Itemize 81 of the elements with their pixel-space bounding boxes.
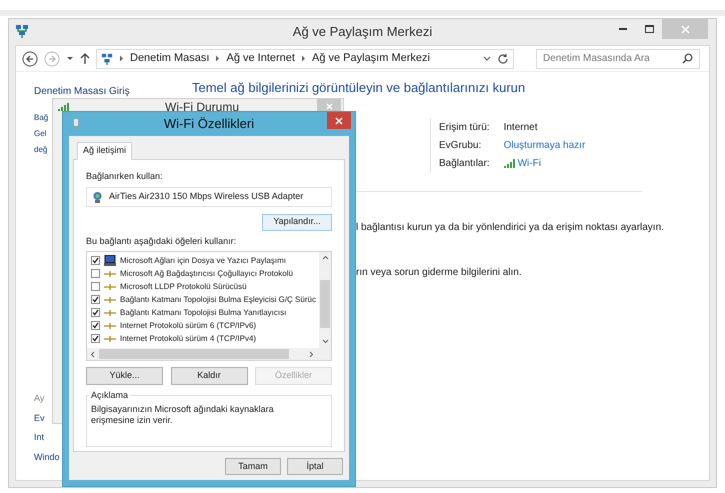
network-icon [101, 52, 113, 64]
breadcrumb[interactable]: Denetim Masası [130, 50, 210, 67]
field-label: Bu bağlantı aşağıdaki öğeleri kullanır: [86, 234, 238, 248]
list-item-label[interactable]: Bağlantı Katmanı Topolojisi Bulma Yanıtlayıcısı [120, 306, 286, 318]
close-icon [680, 24, 690, 34]
checkbox[interactable] [91, 308, 100, 317]
scrollbar-thumb[interactable] [99, 349, 289, 359]
scrollbar-thumb[interactable] [320, 280, 330, 328]
address-field[interactable]: Denetim Masası Ağ ve Internet Ağ ve Paylaşım Merkezi [96, 48, 514, 68]
list-item-label[interactable]: Microsoft LLDP Protokolü Sürücüsü [120, 280, 247, 292]
configure-button[interactable]: Yapılandır... [262, 214, 332, 230]
horizontal-scrollbar[interactable] [87, 348, 331, 360]
sidebar-link[interactable]: Int [34, 431, 44, 444]
dropdown-icon[interactable] [66, 56, 74, 62]
close-button[interactable] [327, 112, 351, 129]
adapter-icon [73, 118, 79, 130]
up-arrow-icon[interactable] [80, 52, 90, 64]
search-field[interactable]: Denetim Masasında Ara [536, 48, 700, 68]
back-icon[interactable] [22, 50, 38, 66]
sidebar-link[interactable]: Ev [34, 412, 45, 425]
checkbox[interactable] [91, 295, 100, 304]
dialog-button[interactable]: Tamam [225, 458, 281, 475]
connection-link[interactable]: Wi-Fi [518, 156, 541, 170]
sidebar-link[interactable]: değ [34, 144, 48, 156]
list-item-label[interactable]: Microsoft Ağ Bağdaştırıcısı Çoğullayıcı Protokolü [120, 268, 293, 280]
list-item-label[interactable]: Microsoft Ağları için Dosya ve Yazıcı Paylaşımı [120, 254, 286, 266]
info-label: EvGrubu: [439, 138, 482, 152]
info-value: Internet [504, 120, 539, 134]
list-item-label[interactable]: Internet Protokolü sürüm 6 (TCP/IPv6) [120, 320, 256, 332]
chevron-icon [300, 55, 306, 62]
homegroup-link[interactable]: Oluşturmaya hazır [504, 138, 586, 152]
checkbox[interactable] [91, 321, 100, 330]
description-text: Bilgisayarınızın Microsoft ağındaki kaynaklara erişmesine izin verir. [91, 404, 275, 426]
adapter-name: AirTies Air2310 150 Mbps Wireless USB Adapter [109, 190, 304, 203]
protocol-icon [104, 322, 116, 329]
protocol-icon [104, 283, 116, 290]
group-title: Açıklama [89, 389, 130, 402]
window-title: Ağ ve Paylaşım Merkezi [292, 23, 432, 42]
sidebar-link[interactable]: Windo [34, 450, 60, 464]
checkbox[interactable] [91, 269, 100, 278]
signal-icon [504, 158, 515, 168]
dialog-title: Wi-Fi Özellikleri [164, 115, 254, 134]
info-label: Erişim türü: [439, 120, 490, 134]
computer-icon [104, 255, 116, 266]
protocol-icon [104, 296, 116, 303]
task-text: rın veya sorun giderme bilgilerini alın. [356, 266, 523, 280]
search-icon [682, 53, 693, 64]
sidebar-link[interactable]: Gel [34, 128, 46, 140]
checkbox[interactable] [91, 256, 100, 265]
sidebar-heading: Ay [34, 392, 44, 405]
dialog-button: Özellikler [255, 367, 332, 385]
sidebar-link[interactable]: Bağ [34, 112, 48, 124]
home-link[interactable]: Denetim Masası Giriş [34, 84, 184, 99]
dialog-button[interactable]: Yükle... [86, 367, 163, 385]
protocol-icon [104, 335, 116, 342]
breadcrumb[interactable]: Ağ ve Paylaşım Merkezi [312, 50, 430, 67]
list-item-label[interactable]: Bağlantı Katmanı Topolojisi Bulma Eşleyicisi G/Ç Sürüc [120, 294, 316, 306]
field-label: Bağlanırken kullan: [86, 170, 164, 183]
close-icon [326, 102, 332, 110]
signal-icon [57, 102, 69, 112]
dropdown-icon[interactable] [483, 56, 491, 62]
list-item-label[interactable]: Internet Protokolü sürüm 4 (TCP/IPv4) [120, 332, 256, 344]
breadcrumb[interactable]: Ağ ve Internet [226, 50, 295, 67]
dialog-title: Wi-Fi Durumu [165, 101, 239, 113]
checkbox[interactable] [91, 282, 100, 291]
info-label: Bağlantılar: [439, 156, 490, 170]
tab[interactable]: Ağ iletişimi [77, 142, 132, 160]
close-icon [335, 116, 343, 124]
vertical-scrollbar[interactable] [319, 252, 331, 348]
dialog-button[interactable]: Kaldır [170, 367, 248, 385]
network-icon [15, 24, 29, 38]
dialog-button[interactable]: İptal [287, 458, 343, 475]
task-text: l bağlantısı kurun ya da bir yönlendirici ya da erişim noktası ayarlayın. [356, 220, 665, 234]
protocol-icon [104, 270, 116, 277]
checkbox[interactable] [91, 334, 100, 343]
page-heading: Temel ağ bilgilerinizi görüntüleyin ve bağlantılarınızı kurun [192, 79, 526, 97]
chevron-icon [119, 55, 124, 62]
chevron-icon [215, 55, 220, 62]
network-adapter-icon [92, 190, 103, 202]
protocol-icon [104, 309, 116, 316]
refresh-icon[interactable] [497, 52, 509, 64]
